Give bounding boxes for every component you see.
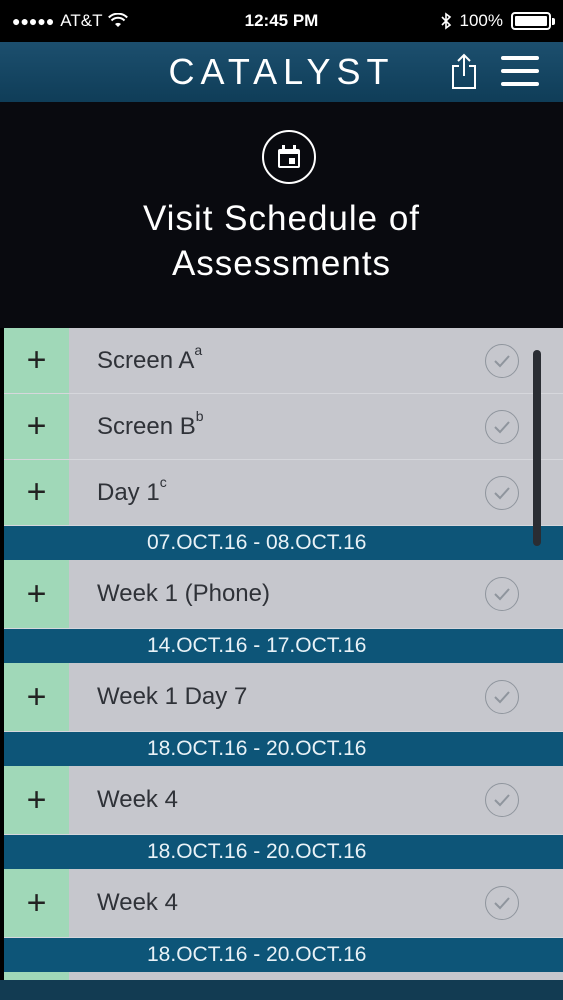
list-item[interactable]: + Week 4 — [4, 869, 563, 938]
menu-line — [501, 82, 539, 86]
hero-section: Visit Schedule of Assessments — [0, 102, 563, 328]
page-title-line1: Visit Schedule of — [142, 199, 421, 238]
status-left: ●●●●● AT&T — [12, 11, 440, 31]
carrier-label: AT&T — [60, 11, 103, 30]
expand-plus-icon[interactable]: + — [4, 766, 69, 834]
list-item[interactable]: + Week 4 — [4, 766, 563, 835]
scrollbar[interactable] — [533, 350, 541, 546]
expand-plus-icon[interactable]: + — [4, 869, 69, 937]
page-title: Visit Schedule of Assessments — [0, 196, 563, 286]
calendar-icon — [262, 130, 316, 184]
menu-line — [501, 69, 539, 73]
date-range-band: 18.OCT.16 - 20.OCT.16 — [4, 732, 563, 766]
menu-line — [501, 56, 539, 60]
expand-plus-icon[interactable]: + — [4, 663, 69, 731]
expand-plus-icon[interactable]: + — [4, 328, 69, 393]
check-circle-icon[interactable] — [485, 886, 519, 920]
hamburger-menu-button[interactable] — [501, 56, 539, 86]
share-icon — [452, 53, 476, 89]
bluetooth-icon — [440, 12, 451, 30]
expand-plus-icon[interactable]: + — [4, 394, 69, 459]
bottom-bar — [0, 980, 563, 1000]
date-range-band: 18.OCT.16 - 20.OCT.16 — [4, 938, 563, 972]
battery-percent: 100% — [459, 11, 503, 30]
date-range-band: 07.OCT.16 - 08.OCT.16 — [4, 526, 563, 560]
check-circle-icon[interactable] — [485, 577, 519, 611]
check-circle-icon[interactable] — [485, 783, 519, 817]
wifi-icon — [108, 13, 129, 27]
list-item[interactable]: + Week 1 Day 7 — [4, 663, 563, 732]
list-item[interactable]: + Screen Aa — [4, 328, 563, 394]
status-bar: ●●●●● AT&T 12:45 PM 100% — [0, 0, 563, 42]
status-right: 100% — [440, 11, 555, 31]
app-header: CATALYST — [0, 42, 563, 102]
check-circle-icon[interactable] — [485, 680, 519, 714]
expand-plus-icon[interactable]: + — [4, 460, 69, 525]
visit-list[interactable]: + Screen Aa + Screen Bb + Day 1c 07.OCT.… — [4, 328, 563, 1000]
list-item[interactable]: + Screen Bb — [4, 394, 563, 460]
battery-icon — [511, 12, 555, 30]
page-title-line2: Assessments — [171, 244, 392, 283]
signal-icon: ●●●●● — [12, 13, 55, 29]
check-circle-icon[interactable] — [485, 343, 519, 378]
check-circle-icon[interactable] — [485, 409, 519, 444]
list-item[interactable]: + Week 1 (Phone) — [4, 560, 563, 629]
app-title: CATALYST — [168, 51, 395, 92]
check-circle-icon[interactable] — [485, 475, 519, 510]
list-item[interactable]: + Day 1c — [4, 460, 563, 526]
date-range-band: 14.OCT.16 - 17.OCT.16 — [4, 629, 563, 663]
expand-plus-icon[interactable]: + — [4, 560, 69, 628]
date-range-band: 18.OCT.16 - 20.OCT.16 — [4, 835, 563, 869]
share-button[interactable] — [449, 52, 479, 90]
